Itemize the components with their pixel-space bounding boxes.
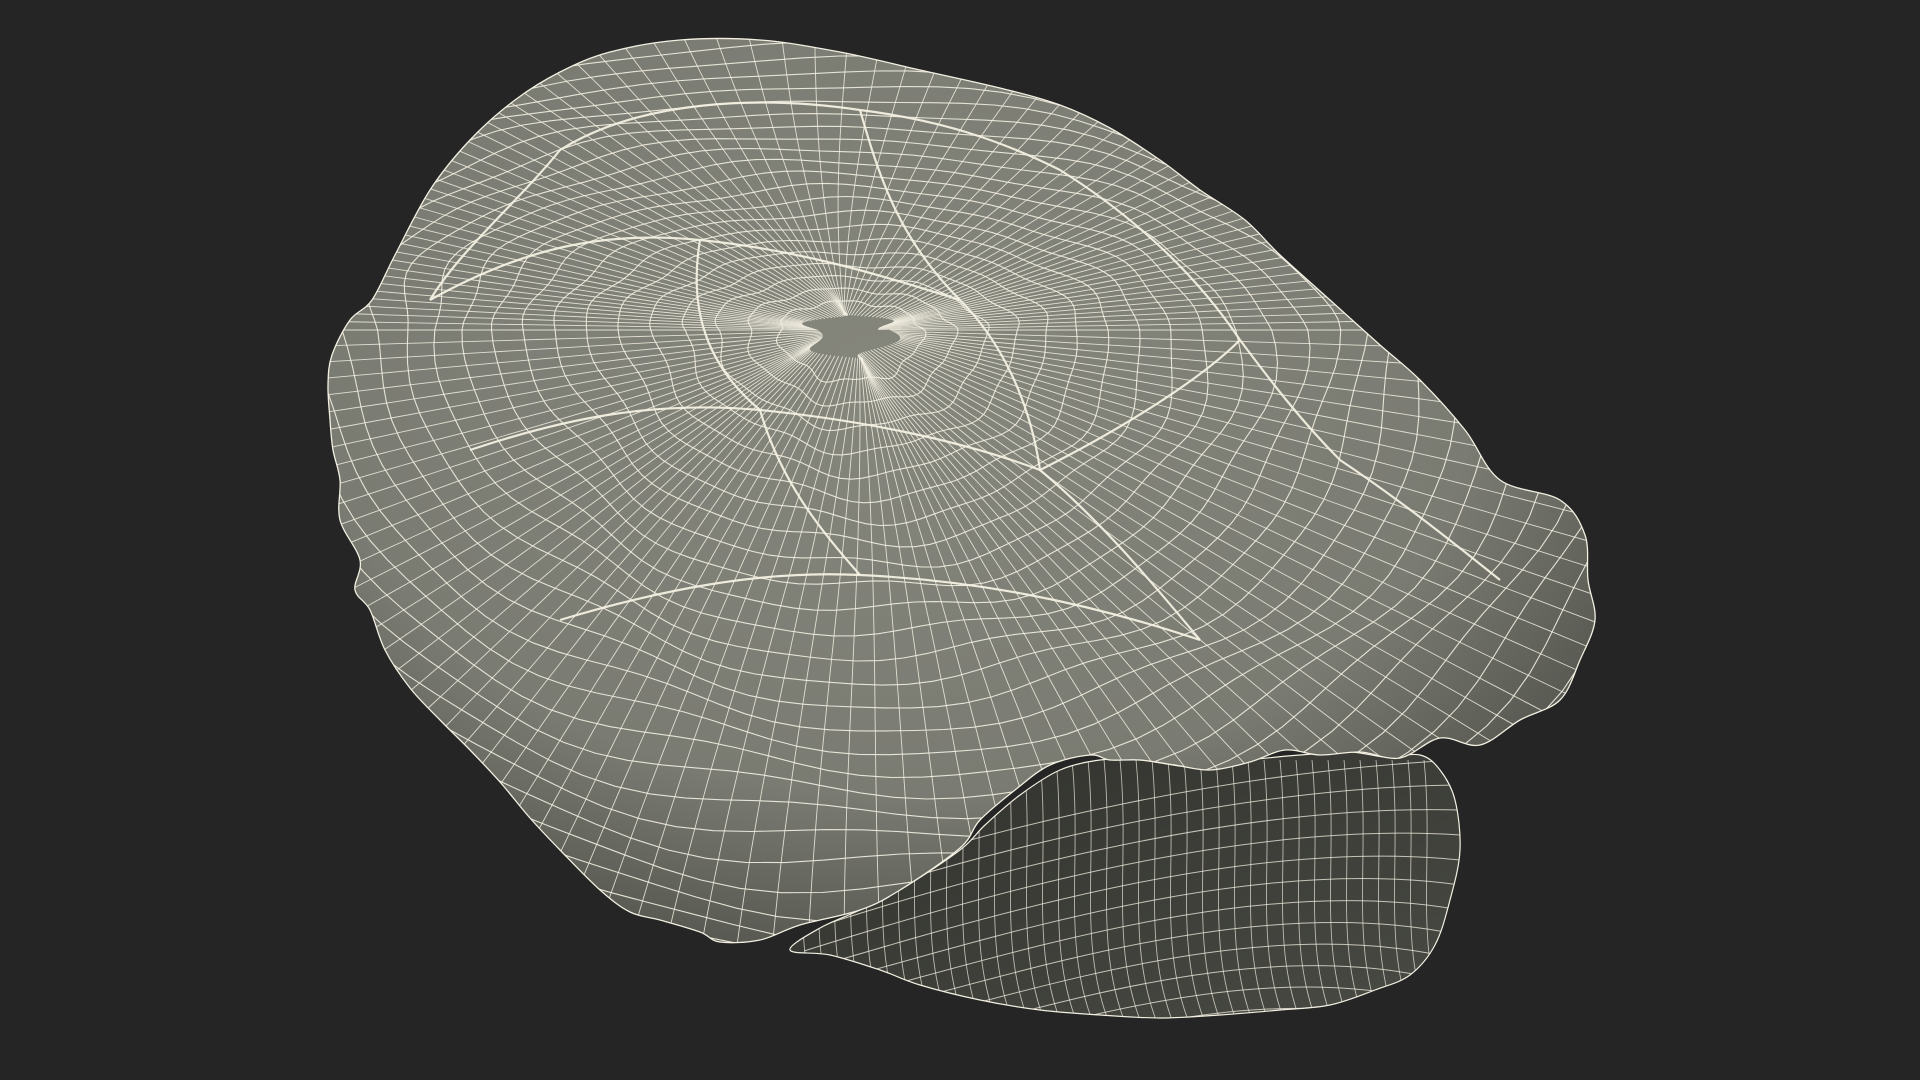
3d-viewport <box>0 0 1920 1080</box>
carapace <box>327 37 1596 944</box>
plastron-ring-line <box>867 1007 1461 1018</box>
plastron-ring-line <box>876 1029 1460 1080</box>
turtle-shell-wireframe-icon <box>327 37 1596 1080</box>
plastron-ring-line <box>884 1051 1460 1080</box>
